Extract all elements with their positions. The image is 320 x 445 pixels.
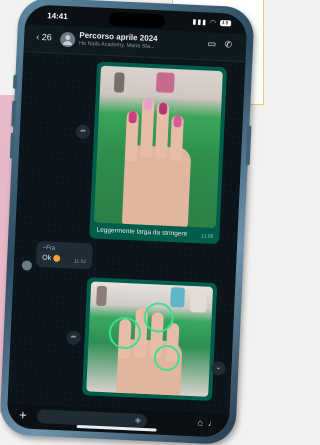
message-bubble-image[interactable]: Leggermente larga da stringere 11:05 — [89, 61, 228, 245]
status-time: 14:41 — [47, 11, 68, 22]
emoji-icon — [52, 254, 61, 263]
camera-icon[interactable]: ⌂ — [197, 417, 203, 427]
photo-nail — [128, 110, 137, 124]
phone-power-button — [245, 125, 252, 166]
dynamic-island — [108, 11, 166, 29]
forward-icon[interactable]: ➦ — [66, 330, 81, 346]
video-icon[interactable]: ▭ — [207, 38, 216, 49]
microphone-icon[interactable]: ♩ — [208, 418, 217, 428]
message-text: Ok — [42, 254, 52, 262]
sticker-icon[interactable]: ◈ — [135, 416, 142, 425]
chevron-down-icon[interactable]: ⌄ — [211, 360, 226, 376]
chevron-left-icon: ‹ — [36, 31, 40, 42]
battery-icon: 48 — [219, 20, 232, 27]
photo-nail — [144, 97, 153, 111]
plus-icon[interactable]: + — [19, 407, 27, 422]
group-avatar[interactable] — [59, 31, 76, 48]
forward-icon[interactable]: ➦ — [75, 124, 91, 140]
photo-detail — [170, 287, 186, 308]
back-button[interactable]: ‹ 26 — [36, 32, 52, 43]
signal-icon: ▮▮▮ — [192, 18, 208, 27]
status-icons: ▮▮▮ ◠ 48 — [192, 18, 232, 28]
message-image[interactable] — [86, 281, 214, 397]
photo-detail — [189, 291, 207, 313]
message-bubble-text[interactable]: ~Fra Ok 11:52 — [35, 240, 93, 270]
photo-detail — [113, 72, 125, 93]
message-text-row: Ok — [42, 254, 61, 263]
message-caption: Leggermente larga da stringere — [96, 226, 188, 238]
phone-screen: 14:41 ▮▮▮ ◠ 48 ‹ 26 Percorso aprile 2024… — [6, 4, 248, 438]
chat-area[interactable]: Leggermente larga da stringere 11:05 ➦ ~… — [7, 52, 246, 414]
photo-nail — [158, 102, 168, 115]
chat-subtitle[interactable]: Ho Nails Academy, Maria Sta... — [79, 41, 179, 52]
photo-detail — [155, 72, 175, 93]
wifi-icon: ◠ — [209, 19, 218, 27]
photo-nail — [173, 115, 182, 128]
phone: 14:41 ▮▮▮ ◠ 48 ‹ 26 Percorso aprile 2024… — [0, 0, 255, 445]
phone-icon[interactable]: ✆ — [224, 39, 232, 50]
back-count: 26 — [41, 31, 53, 43]
message-time: 11:05 — [201, 233, 214, 240]
sender-avatar[interactable] — [21, 260, 33, 271]
message-image[interactable] — [93, 65, 223, 229]
photo-detail — [96, 285, 108, 307]
phone-mute-switch — [12, 74, 18, 89]
message-bubble-image[interactable] — [82, 277, 218, 402]
message-time: 11:52 — [73, 258, 87, 266]
message-sender[interactable]: ~Fra — [43, 245, 56, 252]
